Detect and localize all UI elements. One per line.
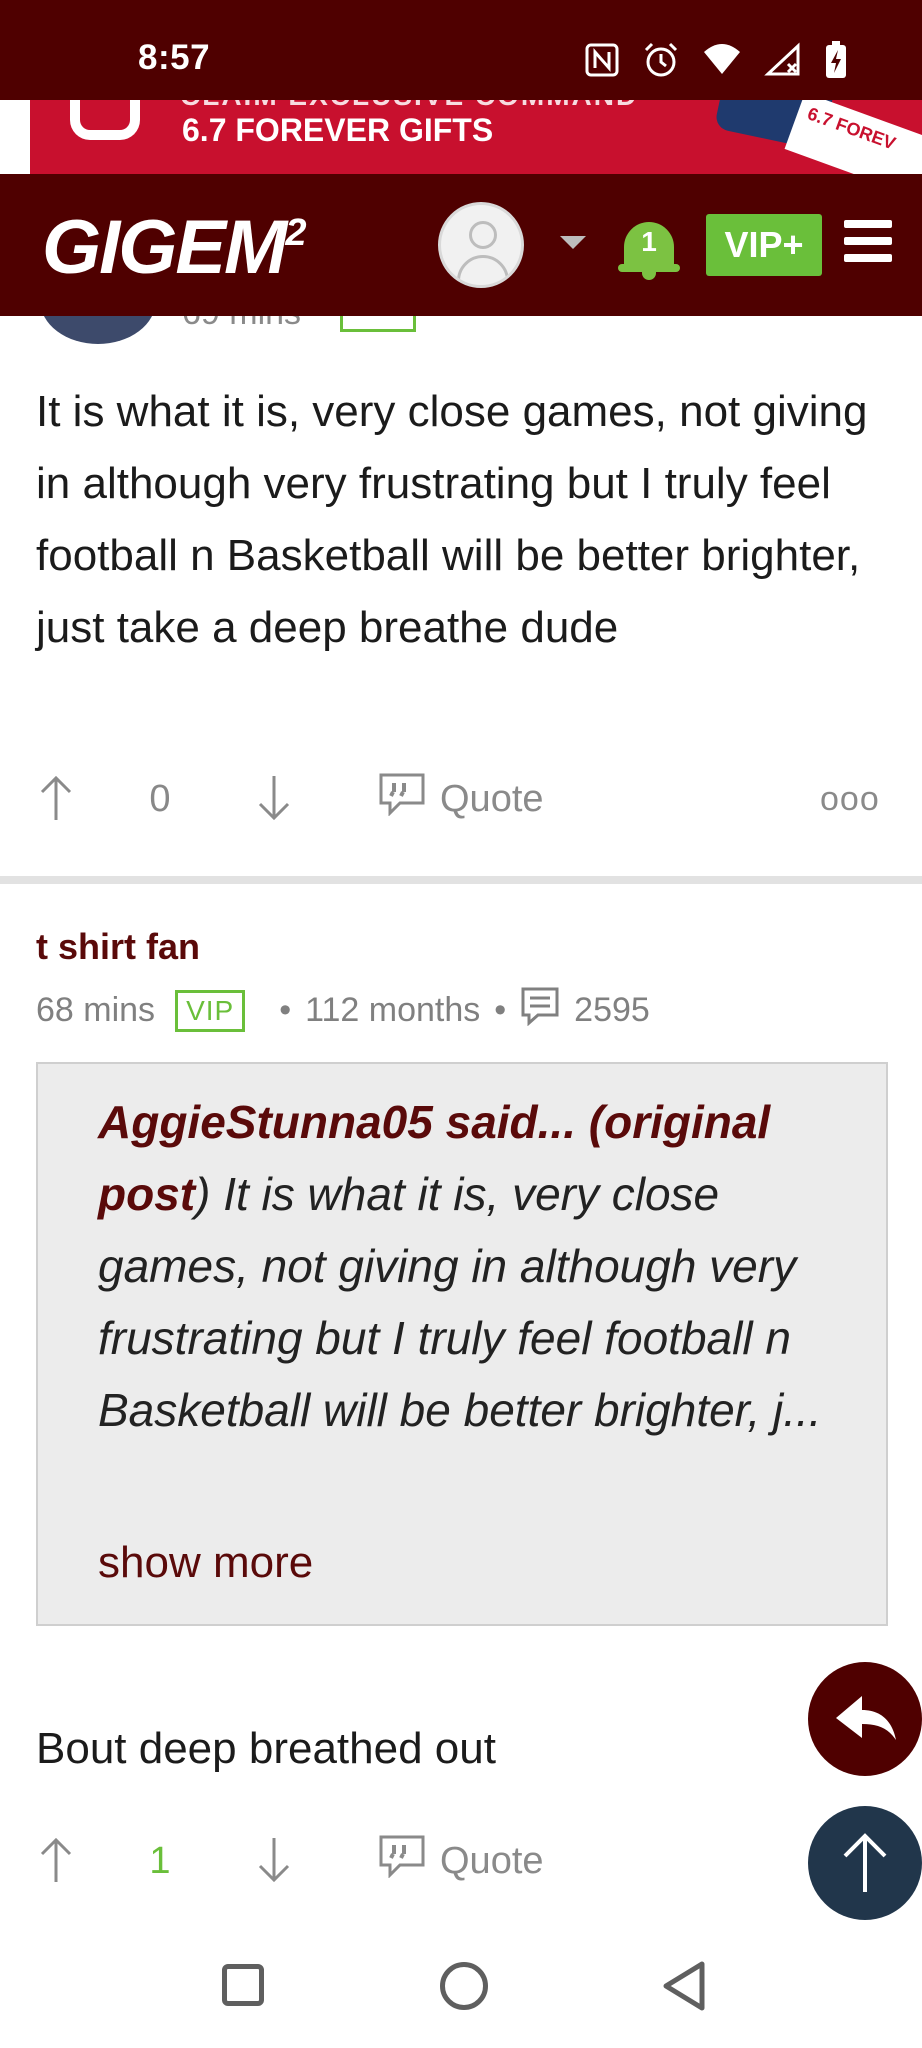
- post-actions: 1 Quote: [0, 1832, 922, 1892]
- menu-bar: [844, 254, 892, 262]
- previous-post-time: 69 mins: [182, 316, 301, 333]
- post-body: Bout deep breathed out: [36, 1724, 496, 1773]
- member-tenure: 112 months: [305, 991, 481, 1029]
- reply-icon: [836, 1696, 896, 1740]
- ad-tag: 6.7 FOREV: [784, 100, 922, 174]
- hamburger-menu-icon[interactable]: [844, 220, 892, 268]
- arrow-down-icon[interactable]: [254, 774, 294, 822]
- signal-icon: [764, 42, 802, 83]
- status-time: 8:57: [138, 38, 211, 77]
- ad-brand-logo: [70, 100, 140, 140]
- notification-count: 1: [641, 226, 657, 257]
- menu-bar: [844, 237, 892, 245]
- quoted-close-paren: ): [195, 1168, 211, 1220]
- logo-text: GIGEM: [42, 205, 287, 290]
- notification-bell-icon[interactable]: 1: [618, 214, 680, 280]
- arrow-down-icon[interactable]: [254, 1836, 294, 1884]
- ad-partial-text: CLAIM EXCLUSIVE COMMAND: [180, 100, 638, 112]
- chevron-down-icon[interactable]: [560, 236, 586, 249]
- arrow-up-icon: [843, 1833, 887, 1892]
- previous-post-avatar[interactable]: [40, 316, 156, 344]
- site-logo[interactable]: GIGEM2: [42, 204, 307, 291]
- nfc-icon: [584, 42, 620, 83]
- previous-post-meta: 69 mins: [0, 316, 922, 346]
- quote-label: Quote: [440, 777, 544, 820]
- vip-badge: VIP: [175, 989, 246, 1032]
- logo-superscript: 2: [285, 212, 306, 254]
- post-divider: [0, 876, 922, 884]
- vote-count: 1: [149, 1840, 171, 1882]
- vote-count: 0: [149, 778, 171, 820]
- ad-banner[interactable]: CLAIM EXCLUSIVE COMMAND 6.7 FOREVER GIFT…: [0, 100, 922, 174]
- menu-bar: [844, 220, 892, 228]
- show-more-link[interactable]: show more: [98, 1538, 313, 1588]
- post-meta: 68 mins VIP • 112 months • 2595: [36, 986, 650, 1035]
- status-icons: [584, 40, 848, 85]
- quoted-text: AggieStunna05 said... (original post) It…: [98, 1086, 858, 1446]
- bell-clapper: [642, 272, 656, 280]
- alarm-icon: [642, 41, 680, 84]
- separator-dot: •: [494, 991, 507, 1029]
- previous-post-body: It is what it is, very close games, not …: [36, 387, 868, 652]
- previous-post-actions: 0 Quote ooo: [0, 770, 922, 830]
- user-avatar[interactable]: [438, 202, 524, 288]
- separator-dot: •: [279, 991, 292, 1029]
- reply-button[interactable]: [808, 1662, 922, 1776]
- post-time: 68 mins: [36, 991, 156, 1029]
- ad-banner-graphic[interactable]: CLAIM EXCLUSIVE COMMAND 6.7 FOREVER GIFT…: [30, 100, 922, 174]
- battery-charging-icon: [824, 40, 848, 85]
- quote-button[interactable]: Quote: [378, 1834, 544, 1888]
- quoted-post: AggieStunna05 said... (original post) It…: [36, 1062, 888, 1626]
- ad-text: 6.7 FOREVER GIFTS: [182, 112, 494, 148]
- scroll-to-top-button[interactable]: [808, 1806, 922, 1920]
- wifi-icon: [702, 42, 742, 83]
- home-icon[interactable]: [440, 1962, 488, 2010]
- avatar-shoulders: [457, 255, 509, 285]
- status-bar: 8:57: [0, 0, 922, 100]
- quote-label: Quote: [440, 1839, 544, 1882]
- post-username[interactable]: t shirt fan: [36, 926, 200, 968]
- quote-icon: [378, 1834, 426, 1888]
- bell-rim: [618, 264, 680, 272]
- vip-plus-button[interactable]: VIP+: [706, 214, 822, 276]
- previous-post-vip-badge: [340, 316, 416, 332]
- back-icon[interactable]: [660, 1960, 708, 2017]
- system-nav-bar: [0, 1920, 922, 2048]
- avatar-head: [469, 221, 497, 249]
- recents-icon[interactable]: [222, 1964, 264, 2006]
- post-count: 2595: [574, 991, 650, 1029]
- arrow-up-icon[interactable]: [36, 1836, 76, 1884]
- quote-button[interactable]: Quote: [378, 772, 544, 826]
- more-options-icon[interactable]: ooo: [820, 780, 880, 819]
- site-header: GIGEM2 1 VIP+: [0, 174, 922, 316]
- arrow-up-icon[interactable]: [36, 774, 76, 822]
- post-count-icon: [520, 986, 560, 1035]
- quote-icon: [378, 772, 426, 826]
